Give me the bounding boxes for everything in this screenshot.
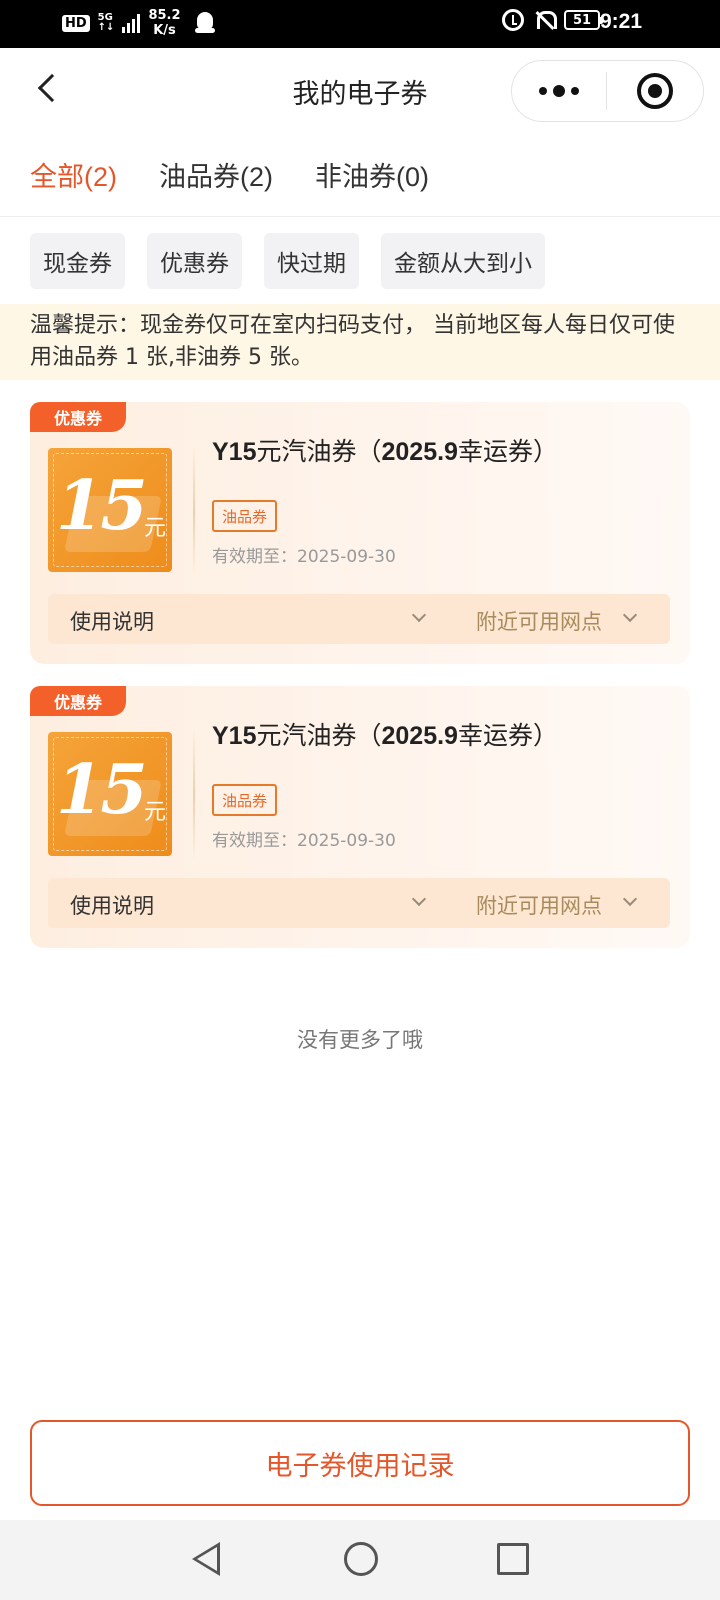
coupon-type-badge: 油品券	[212, 784, 278, 816]
chevron-down-icon[interactable]	[411, 607, 427, 623]
coupon-usage-record-button[interactable]: 电子券使用记录	[30, 1420, 690, 1506]
coupon-card[interactable]: 优惠券 15 元 Y15元汽油券（2025.9幸运券） 油品券 有效期至：202…	[30, 686, 690, 948]
nav-back-icon-inner	[197, 1547, 217, 1571]
coupon-footer: 使用说明 附近可用网点	[48, 594, 670, 644]
coupon-divider	[193, 730, 195, 860]
coupon-amount-unit: 元	[143, 800, 166, 825]
filter-cash-coupon[interactable]: 现金券	[30, 233, 125, 289]
end-of-list-text: 没有更多了哦	[297, 1028, 423, 1052]
tabs-divider	[0, 216, 720, 217]
hd-icon: HD	[62, 14, 90, 32]
coupon-amount: 15	[56, 750, 148, 830]
speed-unit: K/s	[153, 23, 176, 38]
tab-fuel-coupons[interactable]: 油品券(2)	[159, 155, 273, 194]
coupon-expiry: 有效期至：2025-09-30	[212, 547, 396, 567]
tab-all[interactable]: 全部(2)	[30, 155, 117, 194]
filter-discount-coupon[interactable]: 优惠券	[147, 233, 242, 289]
coupon-tabs: 全部(2) 油品券(2) 非油券(0)	[30, 155, 429, 194]
coupon-amount: 15	[56, 466, 148, 546]
mute-bell-icon	[534, 9, 557, 31]
coupon-title: Y15元汽油券（2025.9幸运券）	[212, 722, 558, 750]
alarm-icon	[502, 9, 524, 31]
nearby-stations-toggle[interactable]: 附近可用网点	[476, 890, 602, 920]
speed-value: 85.2	[148, 8, 181, 23]
nearby-stations-toggle[interactable]: 附近可用网点	[476, 606, 602, 636]
status-left: HD 5G ↑↓ 85.2 K/s	[62, 8, 215, 38]
status-bar: HD 5G ↑↓ 85.2 K/s 51 9:21	[0, 0, 720, 48]
nav-home-icon[interactable]	[344, 1542, 378, 1576]
chevron-down-icon[interactable]	[411, 891, 427, 907]
coupon-amount-badge: 15 元	[48, 448, 172, 572]
notice-banner: 温馨提示：现金券仅可在室内扫码支付， 当前地区每人每日仅可使用油品券 1 张,非…	[0, 304, 720, 380]
network-type: 5G ↑↓	[98, 13, 115, 33]
sort-amount-desc[interactable]: 金额从大到小	[381, 233, 545, 289]
mini-program-capsule	[511, 60, 704, 122]
coupon-amount-badge: 15 元	[48, 732, 172, 856]
usage-instructions-toggle[interactable]: 使用说明	[70, 890, 154, 920]
coupon-amount-unit: 元	[143, 516, 166, 541]
network-speed: 85.2 K/s	[148, 8, 180, 38]
close-mini-program-icon[interactable]	[607, 61, 703, 121]
chevron-down-icon[interactable]	[622, 607, 638, 623]
usage-instructions-toggle[interactable]: 使用说明	[70, 606, 154, 636]
tab-non-fuel-coupons[interactable]: 非油券(0)	[315, 155, 429, 194]
chevron-down-icon[interactable]	[622, 891, 638, 907]
signal-icon	[122, 13, 141, 33]
filter-expiring-soon[interactable]: 快过期	[264, 233, 359, 289]
coupon-type-badge: 油品券	[212, 500, 278, 532]
coupon-divider	[193, 446, 195, 576]
nav-recent-icon[interactable]	[497, 1543, 529, 1575]
more-icon[interactable]	[512, 61, 606, 121]
battery-icon: 51	[564, 10, 603, 30]
coupon-card[interactable]: 优惠券 15 元 Y15元汽油券（2025.9幸运券） 油品券 有效期至：202…	[30, 402, 690, 664]
coupon-tag: 优惠券	[30, 686, 126, 716]
nav-bar: 我的电子券	[0, 48, 720, 132]
qq-icon	[194, 12, 215, 34]
net-activity-icon: ↑↓	[97, 22, 115, 33]
coupon-title: Y15元汽油券（2025.9幸运券）	[212, 438, 558, 466]
filter-bar: 现金券 优惠券 快过期 金额从大到小	[30, 233, 545, 289]
coupon-expiry: 有效期至：2025-09-30	[212, 831, 396, 851]
system-nav-bar	[0, 1520, 720, 1600]
coupon-tag: 优惠券	[30, 402, 126, 432]
status-right: 51	[502, 9, 603, 31]
coupon-footer: 使用说明 附近可用网点	[48, 878, 670, 928]
clock: 9:21	[599, 10, 642, 33]
